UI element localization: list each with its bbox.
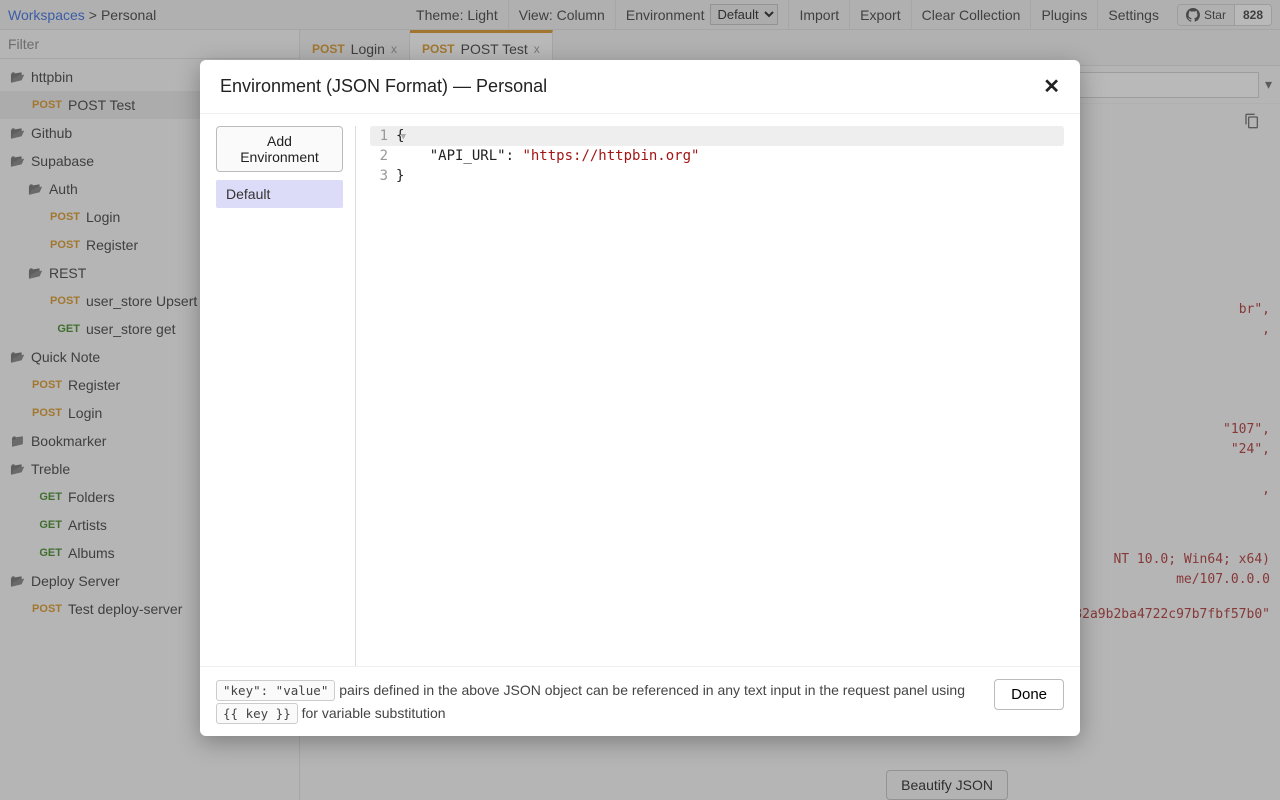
environment-list-pane: Add Environment Default [216,126,356,666]
modal-footer-text: "key": "value" pairs defined in the abov… [216,679,984,724]
kbd-key-template: {{ key }} [216,703,298,724]
add-environment-button[interactable]: Add Environment [216,126,343,172]
environment-json-editor[interactable]: 1▼ { 2 "API_URL": "https://httpbin.org" … [356,126,1064,666]
fold-marker-icon[interactable]: ▼ [401,132,406,142]
environment-entry-default[interactable]: Default [216,180,343,208]
code-line-3: } [396,168,404,184]
gutter-line-3: 3 [370,168,396,184]
modal-footer: "key": "value" pairs defined in the abov… [200,666,1080,736]
kbd-key-value: "key": "value" [216,680,335,701]
modal-header: Environment (JSON Format) — Personal ✕ [200,60,1080,114]
modal-close-icon[interactable]: ✕ [1043,74,1060,99]
modal-overlay[interactable]: Environment (JSON Format) — Personal ✕ A… [0,0,1280,800]
gutter-line-1: 1▼ [370,128,396,144]
code-line-2: "API_URL": "https://httpbin.org" [396,148,699,164]
done-button[interactable]: Done [994,679,1064,710]
environment-modal: Environment (JSON Format) — Personal ✕ A… [200,60,1080,736]
gutter-line-2: 2 [370,148,396,164]
modal-title: Environment (JSON Format) — Personal [220,76,547,97]
